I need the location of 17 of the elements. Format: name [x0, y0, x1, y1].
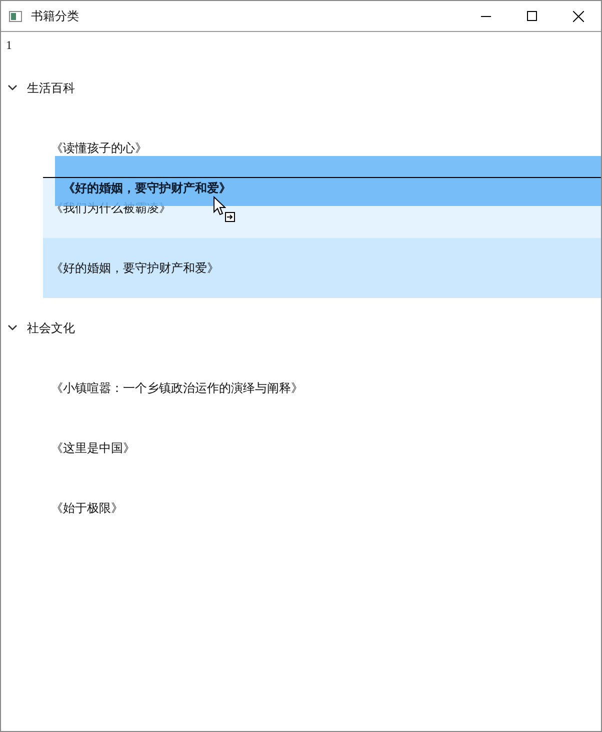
category-label[interactable]: 生活百科	[27, 80, 75, 96]
header-text: 1	[6, 38, 12, 52]
cursor-icon	[213, 196, 226, 216]
selected-tree-item[interactable]: 《好的婚姻，要守护财产和爱》	[43, 238, 601, 298]
close-icon	[572, 10, 584, 22]
app-icon	[9, 10, 22, 22]
chevron-icon[interactable]	[8, 85, 17, 91]
category-label[interactable]: 社会文化	[27, 320, 75, 336]
move-icon	[225, 212, 235, 222]
tree-item[interactable]: 《这里是中国》	[51, 440, 135, 456]
maximize-icon	[527, 11, 537, 21]
drag-preview: 《好的婚姻，要守护财产和爱》	[55, 156, 601, 206]
tree-item[interactable]: 《读懂孩子的心》	[51, 140, 147, 156]
chevron-icon[interactable]	[8, 325, 17, 331]
tree-item[interactable]: 《小镇喧嚣：一个乡镇政治运作的演绎与阐释》	[51, 380, 303, 396]
window-title: 书籍分类	[31, 8, 79, 24]
tree-item[interactable]: 《始于极限》	[51, 500, 123, 516]
